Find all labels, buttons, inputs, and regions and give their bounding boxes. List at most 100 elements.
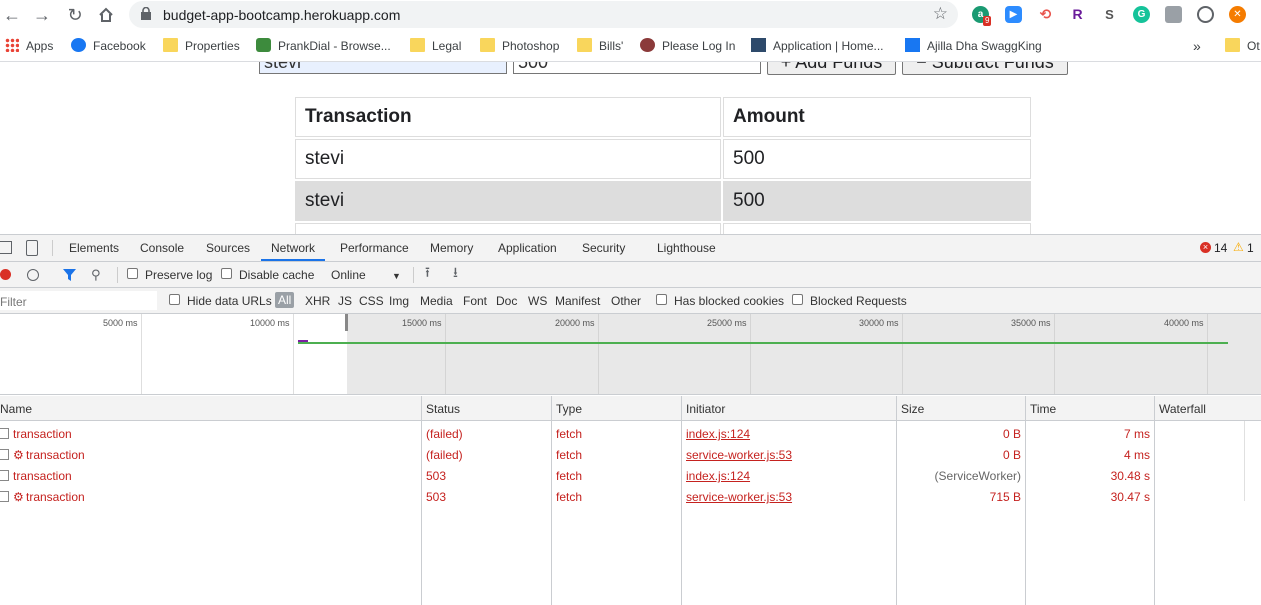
table-row: stevi 500 — [295, 181, 1031, 221]
filter-icon[interactable] — [63, 269, 76, 281]
request-status: (failed) — [426, 448, 463, 462]
address-bar[interactable]: budget-app-bootcamp.herokuapp.com ☆ — [129, 1, 958, 28]
blocked-requests-checkbox[interactable] — [792, 294, 803, 305]
profile-icon[interactable] — [1197, 6, 1214, 23]
bookmark-ajilla[interactable]: Ajilla Dha SwaggKing — [905, 38, 1042, 54]
timeline-drag-handle[interactable] — [345, 314, 348, 331]
filter-css-button[interactable]: CSS — [359, 294, 384, 308]
upload-har-icon[interactable]: ⭱ — [425, 265, 430, 279]
transaction-amount-input[interactable]: 500 — [513, 62, 761, 74]
filter-all-button[interactable]: All — [275, 292, 295, 308]
table-row[interactable]: transaction 503 fetch index.js:124 (Serv… — [0, 465, 1261, 486]
tab-lighthouse[interactable]: Lighthouse — [657, 235, 716, 261]
transaction-name-input[interactable]: stevi — [259, 62, 507, 74]
reload-icon[interactable]: ↻ — [64, 4, 86, 26]
timeline-tick: 40000 ms — [1164, 318, 1204, 328]
grammarly-icon[interactable]: G — [1133, 6, 1150, 23]
tab-console[interactable]: Console — [140, 235, 184, 261]
record-icon[interactable] — [0, 269, 11, 280]
table-row[interactable]: ⚙ transaction (failed) fetch service-wor… — [0, 444, 1261, 465]
request-type: fetch — [556, 490, 583, 504]
filter-other-button[interactable]: Other — [611, 294, 641, 308]
column-header-name[interactable]: Name — [0, 402, 32, 416]
throttling-select[interactable]: Online — [331, 268, 366, 282]
bookmark-photoshop[interactable]: Photoshop — [480, 38, 559, 54]
bookmark-other[interactable]: Ot — [1225, 38, 1260, 54]
preserve-log-label: Preserve log — [145, 268, 213, 282]
grid-line — [445, 314, 446, 394]
column-header-time[interactable]: Time — [1030, 402, 1056, 416]
table-row[interactable]: ⚙ transaction 503 fetch service-worker.j… — [0, 486, 1261, 507]
warning-icon[interactable]: ⚠ — [1233, 240, 1244, 254]
bookmark-prankdial[interactable]: PrankDial - Browse... — [256, 38, 391, 54]
amount-cell: 500 — [723, 139, 1031, 179]
filter-doc-button[interactable]: Doc — [496, 294, 517, 308]
chevron-down-icon[interactable]: ▼ — [392, 269, 401, 283]
inspect-element-icon[interactable] — [0, 241, 12, 254]
column-header-status[interactable]: Status — [426, 402, 460, 416]
s-extension-icon[interactable]: S — [1101, 6, 1118, 23]
bookmark-facebook[interactable]: Facebook — [71, 38, 146, 54]
preserve-log-checkbox[interactable] — [127, 268, 138, 279]
bookmarks-overflow-button[interactable]: » — [1193, 38, 1201, 54]
cast-extension-icon[interactable]: ⟲ — [1037, 6, 1054, 23]
download-har-icon[interactable]: ⭳ — [453, 265, 458, 279]
tab-memory[interactable]: Memory — [430, 235, 473, 261]
shield-extension-icon[interactable] — [1165, 6, 1182, 23]
filter-font-button[interactable]: Font — [463, 294, 487, 308]
filter-ws-button[interactable]: WS — [528, 294, 547, 308]
home-icon[interactable] — [95, 4, 117, 26]
error-icon[interactable]: × — [1200, 242, 1211, 253]
request-initiator-link[interactable]: service-worker.js:53 — [686, 448, 792, 462]
filter-xhr-button[interactable]: XHR — [305, 294, 330, 308]
request-initiator-link[interactable]: index.js:124 — [686, 427, 750, 441]
column-header-initiator[interactable]: Initiator — [686, 402, 725, 416]
tab-security[interactable]: Security — [582, 235, 625, 261]
r-extension-icon[interactable]: R — [1069, 6, 1086, 23]
bookmark-application-home[interactable]: Application | Home... — [751, 38, 884, 54]
bookmark-legal[interactable]: Legal — [410, 38, 461, 54]
tab-sources[interactable]: Sources — [206, 235, 250, 261]
filter-img-button[interactable]: Img — [389, 294, 409, 308]
bookmark-properties[interactable]: Properties — [163, 38, 240, 54]
clear-icon[interactable] — [27, 269, 39, 281]
transaction-cell: stevi — [295, 181, 721, 221]
tab-application[interactable]: Application — [498, 235, 557, 261]
bookmark-bills[interactable]: Bills' — [577, 38, 623, 54]
tab-performance[interactable]: Performance — [340, 235, 409, 261]
timeline-tick: 30000 ms — [859, 318, 899, 328]
filter-media-button[interactable]: Media — [420, 294, 453, 308]
network-overview-timeline[interactable]: 5000 ms 10000 ms 15000 ms 20000 ms 25000… — [0, 314, 1261, 395]
column-header-waterfall[interactable]: Waterfall — [1159, 402, 1206, 416]
tab-elements[interactable]: Elements — [69, 235, 119, 261]
request-initiator-link[interactable]: service-worker.js:53 — [686, 490, 792, 504]
column-header-size[interactable]: Size — [901, 402, 924, 416]
bookmark-please-log-in[interactable]: Please Log In — [640, 38, 735, 54]
filter-input[interactable]: Filter — [0, 291, 157, 310]
filter-manifest-button[interactable]: Manifest — [555, 294, 600, 308]
device-toolbar-icon[interactable] — [26, 240, 38, 256]
tab-network[interactable]: Network — [261, 235, 326, 261]
orange-extension-icon[interactable]: ✕ — [1229, 6, 1246, 23]
has-blocked-cookies-checkbox[interactable] — [656, 294, 667, 305]
forward-icon[interactable]: → — [31, 4, 53, 26]
add-funds-button[interactable]: + Add Funds — [767, 62, 896, 75]
request-bar — [298, 342, 1228, 344]
zoom-extension-icon[interactable]: ▶ — [1005, 6, 1022, 23]
search-icon[interactable]: ⚲ — [91, 267, 101, 283]
bookmark-star-icon[interactable]: ☆ — [933, 4, 948, 24]
table-row[interactable]: transaction (failed) fetch index.js:124 … — [0, 423, 1261, 444]
table-row: stevi 500 — [295, 139, 1031, 179]
subtract-funds-button[interactable]: − Subtract Funds — [902, 62, 1068, 75]
request-size: (ServiceWorker) — [934, 469, 1021, 483]
filter-bar: Filter Hide data URLs All XHR JS CSS Img… — [0, 288, 1261, 314]
bookmark-apps[interactable]: Apps — [5, 38, 53, 54]
disable-cache-checkbox[interactable] — [221, 268, 232, 279]
back-icon[interactable]: ← — [1, 4, 23, 26]
column-header-type[interactable]: Type — [556, 402, 582, 416]
bookmark-label: Facebook — [93, 39, 146, 53]
request-initiator-link[interactable]: index.js:124 — [686, 469, 750, 483]
hide-data-urls-checkbox[interactable] — [169, 294, 180, 305]
request-size: 715 B — [989, 490, 1021, 504]
filter-js-button[interactable]: JS — [338, 294, 352, 308]
